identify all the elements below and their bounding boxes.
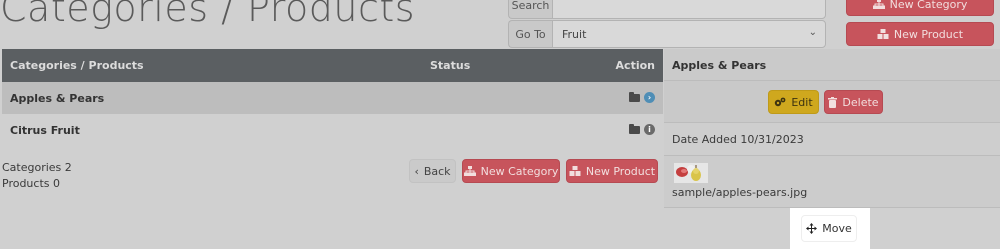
image-path: sample/apples-pears.jpg xyxy=(672,186,808,199)
page-title: Categories / Products xyxy=(0,0,416,30)
chevron-right-circle-icon[interactable]: › xyxy=(644,92,655,103)
edit-button[interactable]: Edit xyxy=(768,90,819,114)
back-label: Back xyxy=(423,164,451,178)
sitemap-icon xyxy=(463,166,476,176)
table-row[interactable]: Citrus Fruit i xyxy=(2,114,663,146)
folder-open-icon[interactable] xyxy=(629,91,640,102)
gears-icon xyxy=(774,97,786,107)
back-button[interactable]: ‹ Back xyxy=(409,159,456,183)
arrows-move-icon xyxy=(806,223,818,234)
top-new-product-button[interactable]: New Product xyxy=(846,22,994,46)
folder-open-icon[interactable] xyxy=(629,123,640,134)
product-thumbnail xyxy=(674,163,708,183)
detail-panel-header: Apples & Pears xyxy=(664,49,1000,81)
goto-select[interactable]: Fruit ⌄ xyxy=(552,20,826,48)
bottom-new-product-button[interactable]: New Product xyxy=(566,159,658,183)
search-group: Search xyxy=(508,0,826,19)
bottom-new-category-button[interactable]: New Category xyxy=(462,159,560,183)
search-label: Search xyxy=(508,0,552,19)
move-button[interactable]: Move xyxy=(801,215,857,242)
header-status: Status xyxy=(430,59,471,72)
category-name: Citrus Fruit xyxy=(10,124,80,137)
header-action: Action xyxy=(615,59,655,72)
info-circle-icon[interactable]: i xyxy=(644,124,655,135)
trash-icon xyxy=(828,96,838,108)
top-new-product-label: New Product xyxy=(893,27,964,41)
search-input[interactable] xyxy=(552,0,826,19)
sitemap-icon xyxy=(872,0,885,9)
products-count: Products 0 xyxy=(2,177,60,190)
delete-button[interactable]: Delete xyxy=(824,90,883,114)
move-label: Move xyxy=(822,222,852,235)
delete-label: Delete xyxy=(842,95,879,109)
chevron-left-icon: ‹ xyxy=(414,164,419,178)
cubes-icon xyxy=(877,29,889,39)
date-added: Date Added 10/31/2023 xyxy=(672,133,804,146)
header-categories-products: Categories / Products xyxy=(10,59,144,72)
bottom-new-category-label: New Category xyxy=(480,164,559,178)
detail-title: Apples & Pears xyxy=(672,59,767,72)
table-header: Categories / Products Status Action xyxy=(2,49,663,82)
edit-label: Edit xyxy=(791,95,813,109)
cubes-icon xyxy=(569,166,581,176)
detail-date-section: Date Added 10/31/2023 xyxy=(664,123,1000,156)
top-new-category-button[interactable]: New Category xyxy=(846,0,994,16)
top-new-category-label: New Category xyxy=(889,0,968,11)
category-name: Apples & Pears xyxy=(10,92,105,105)
goto-selected-value: Fruit xyxy=(562,27,587,41)
table-row[interactable]: Apples & Pears › xyxy=(2,82,663,114)
detail-image-section: sample/apples-pears.jpg xyxy=(664,156,1000,208)
goto-label: Go To xyxy=(508,20,552,48)
goto-group: Go To Fruit ⌄ xyxy=(508,20,826,48)
bottom-new-product-label: New Product xyxy=(585,164,656,178)
categories-count: Categories 2 xyxy=(2,161,72,174)
chevron-down-icon: ⌄ xyxy=(808,27,817,38)
